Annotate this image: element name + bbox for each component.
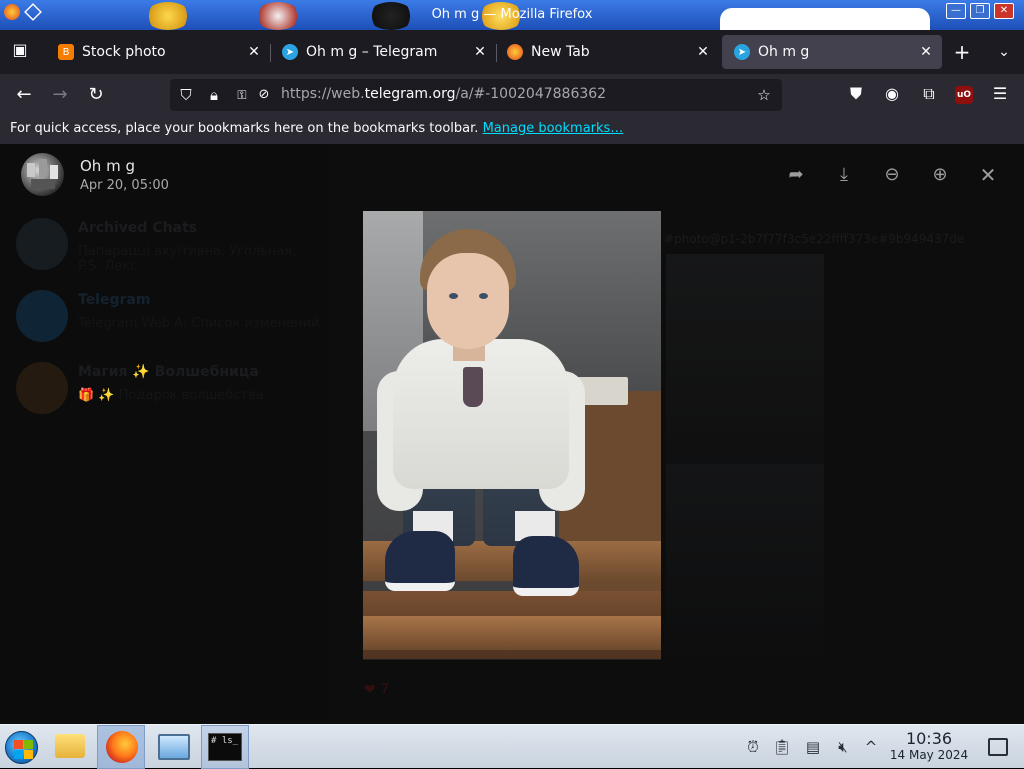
new-tab-button[interactable]: + xyxy=(950,41,974,65)
blogger-icon: B xyxy=(58,44,74,60)
message-date: Apr 20, 05:00 xyxy=(80,178,169,193)
tab-stock-photo[interactable]: B Stock photo ✕ xyxy=(46,35,270,69)
chat-preview: Папарацці ахуїтивна, Угольная, P.S. Лекс xyxy=(78,244,297,274)
pocket-icon[interactable]: ⛊ xyxy=(844,83,868,107)
minimize-button[interactable]: — xyxy=(946,3,966,19)
navigation-toolbar: ← → ↻ ⛉ 🔒︎ ⚿ ⊘ https://web.telegram.org/… xyxy=(0,74,1024,116)
tab-bar: ▣ B Stock photo ✕ ➤ Oh m g – Telegram ✕ … xyxy=(0,30,1024,74)
avatar xyxy=(16,362,68,414)
reload-button[interactable]: ↻ xyxy=(83,83,109,109)
avatar xyxy=(16,218,68,270)
permissions-icon[interactable]: ⚿ xyxy=(232,85,252,105)
camera-blocked-icon[interactable]: ⊘ xyxy=(254,85,274,105)
account-icon[interactable]: ◉ xyxy=(880,83,904,107)
battery-icon[interactable]: ▤ xyxy=(803,737,823,757)
shield-icon[interactable]: ⛉ xyxy=(176,85,196,105)
tab-label: Stock photo xyxy=(82,44,166,60)
chat-list-item: Магия ✨ Волшебница 🎁 ✨ Подарок волшебств… xyxy=(12,358,322,418)
avatar xyxy=(16,290,68,342)
start-button[interactable] xyxy=(5,731,38,764)
clipboard-paste-icon[interactable]: 📋︎ xyxy=(772,737,792,757)
telegram-icon: ➤ xyxy=(734,44,750,60)
zoom-out-icon[interactable]: ⊖ xyxy=(876,161,908,189)
media-viewer-header: Oh m g Apr 20, 05:00 ➦ ⤓ ⊖ ⊕ ✕ xyxy=(0,144,1024,206)
telegram-icon: ➤ xyxy=(282,44,298,60)
show-desktop-icon[interactable] xyxy=(988,738,1008,756)
tab-telegram[interactable]: ➤ Oh m g – Telegram ✕ xyxy=(270,35,496,69)
window-title: Oh m g — Mozilla Firefox xyxy=(431,7,593,22)
chat-list-item: Archived Chats Папарацці ахуїтивна, Угол… xyxy=(12,214,322,274)
download-icon[interactable]: ⤓ xyxy=(828,161,860,189)
extensions-icon[interactable]: ⧉ xyxy=(917,83,941,107)
tab-oh-m-g[interactable]: ➤ Oh m g ✕ xyxy=(722,35,942,69)
clock[interactable]: 10:36 14 May 2024 xyxy=(888,729,970,763)
close-window-button[interactable]: ✕ xyxy=(994,3,1014,19)
clock-time: 10:36 xyxy=(905,729,953,748)
chevron-up-icon[interactable]: ^ xyxy=(861,737,881,757)
close-icon[interactable]: ✕ xyxy=(972,161,1004,189)
close-tab-icon[interactable]: ✕ xyxy=(914,44,938,60)
bookmarks-hint: For quick access, place your bookmarks h… xyxy=(10,121,479,136)
ublock-origin-icon[interactable]: uO xyxy=(955,86,973,104)
telegram-page: Archived Chats Папарацці ахуїтивна, Угол… xyxy=(0,144,1024,724)
taskbar: # ls_ ⏰︎ 📋︎ ▤ 🔇︎ ^ 10:36 14 May 2024 xyxy=(0,724,1024,769)
sender-name[interactable]: Oh m g xyxy=(80,157,135,175)
clock-date: 14 May 2024 xyxy=(889,748,969,762)
close-tab-icon[interactable]: ✕ xyxy=(242,44,266,60)
chat-name: Магия ✨ Волшебница xyxy=(78,364,259,380)
tab-label: New Tab xyxy=(531,44,590,60)
close-tab-icon[interactable]: ✕ xyxy=(691,44,715,60)
background-message-images xyxy=(666,254,824,664)
avatar[interactable] xyxy=(21,153,64,196)
firefox-icon xyxy=(507,44,523,60)
lock-icon[interactable]: 🔒︎ xyxy=(204,85,224,105)
tab-label: Oh m g xyxy=(758,44,810,60)
chat-preview: 🎁 ✨ Подарок волшебства xyxy=(78,388,264,403)
chat-name: Archived Chats xyxy=(78,220,198,236)
chat-list-item: Telegram Telegram Web A: Список изменени… xyxy=(12,286,322,346)
url-bar[interactable]: ⛉ 🔒︎ ⚿ ⊘ https://web.telegram.org/a/#-10… xyxy=(170,79,782,111)
firefox-icon xyxy=(106,731,138,763)
reaction-badge: ❤ 7 xyxy=(364,682,390,698)
bookmark-star-icon[interactable]: ☆ xyxy=(754,85,774,105)
close-tab-icon[interactable]: ✕ xyxy=(468,44,492,60)
monitor-icon xyxy=(158,734,190,760)
zoom-in-icon[interactable]: ⊕ xyxy=(924,161,956,189)
chat-name: Telegram xyxy=(78,292,151,308)
chat-list-dimmed: Archived Chats Папарацці ахуїтивна, Угол… xyxy=(0,144,330,724)
maximize-button[interactable]: ❐ xyxy=(970,3,990,19)
message-hash-text: #photo@p1-2b7f77f3c5e22ffff373e#9b949437… xyxy=(664,232,965,246)
tab-label: Oh m g – Telegram xyxy=(306,44,438,60)
chat-preview: Telegram Web A: Список изменений xyxy=(78,316,320,331)
list-all-tabs-icon[interactable]: ▣ xyxy=(8,40,32,64)
bookmarks-toolbar: For quick access, place your bookmarks h… xyxy=(0,116,1024,144)
window-titlebar: Oh m g — Mozilla Firefox — ❐ ✕ xyxy=(0,0,1024,30)
back-button[interactable]: ← xyxy=(11,83,37,109)
alarm-icon[interactable]: ⏰︎ xyxy=(743,737,763,757)
tab-new-tab[interactable]: New Tab ✕ xyxy=(495,35,719,69)
chevron-down-icon[interactable]: ⌄ xyxy=(992,41,1016,65)
manage-bookmarks-link[interactable]: Manage bookmarks… xyxy=(483,121,624,136)
hamburger-menu-icon[interactable]: ☰ xyxy=(988,83,1012,107)
message-image xyxy=(666,254,824,454)
folder-icon xyxy=(55,734,85,758)
media-viewer-photo[interactable] xyxy=(363,211,661,660)
terminal-icon: # ls_ xyxy=(208,733,242,761)
forward-icon[interactable]: ➦ xyxy=(780,161,812,189)
message-image xyxy=(666,464,824,664)
volume-muted-icon[interactable]: 🔇︎ xyxy=(833,737,853,757)
forward-button[interactable]: → xyxy=(47,83,73,109)
url-text[interactable]: https://web.telegram.org/a/#-10020478863… xyxy=(281,86,606,102)
